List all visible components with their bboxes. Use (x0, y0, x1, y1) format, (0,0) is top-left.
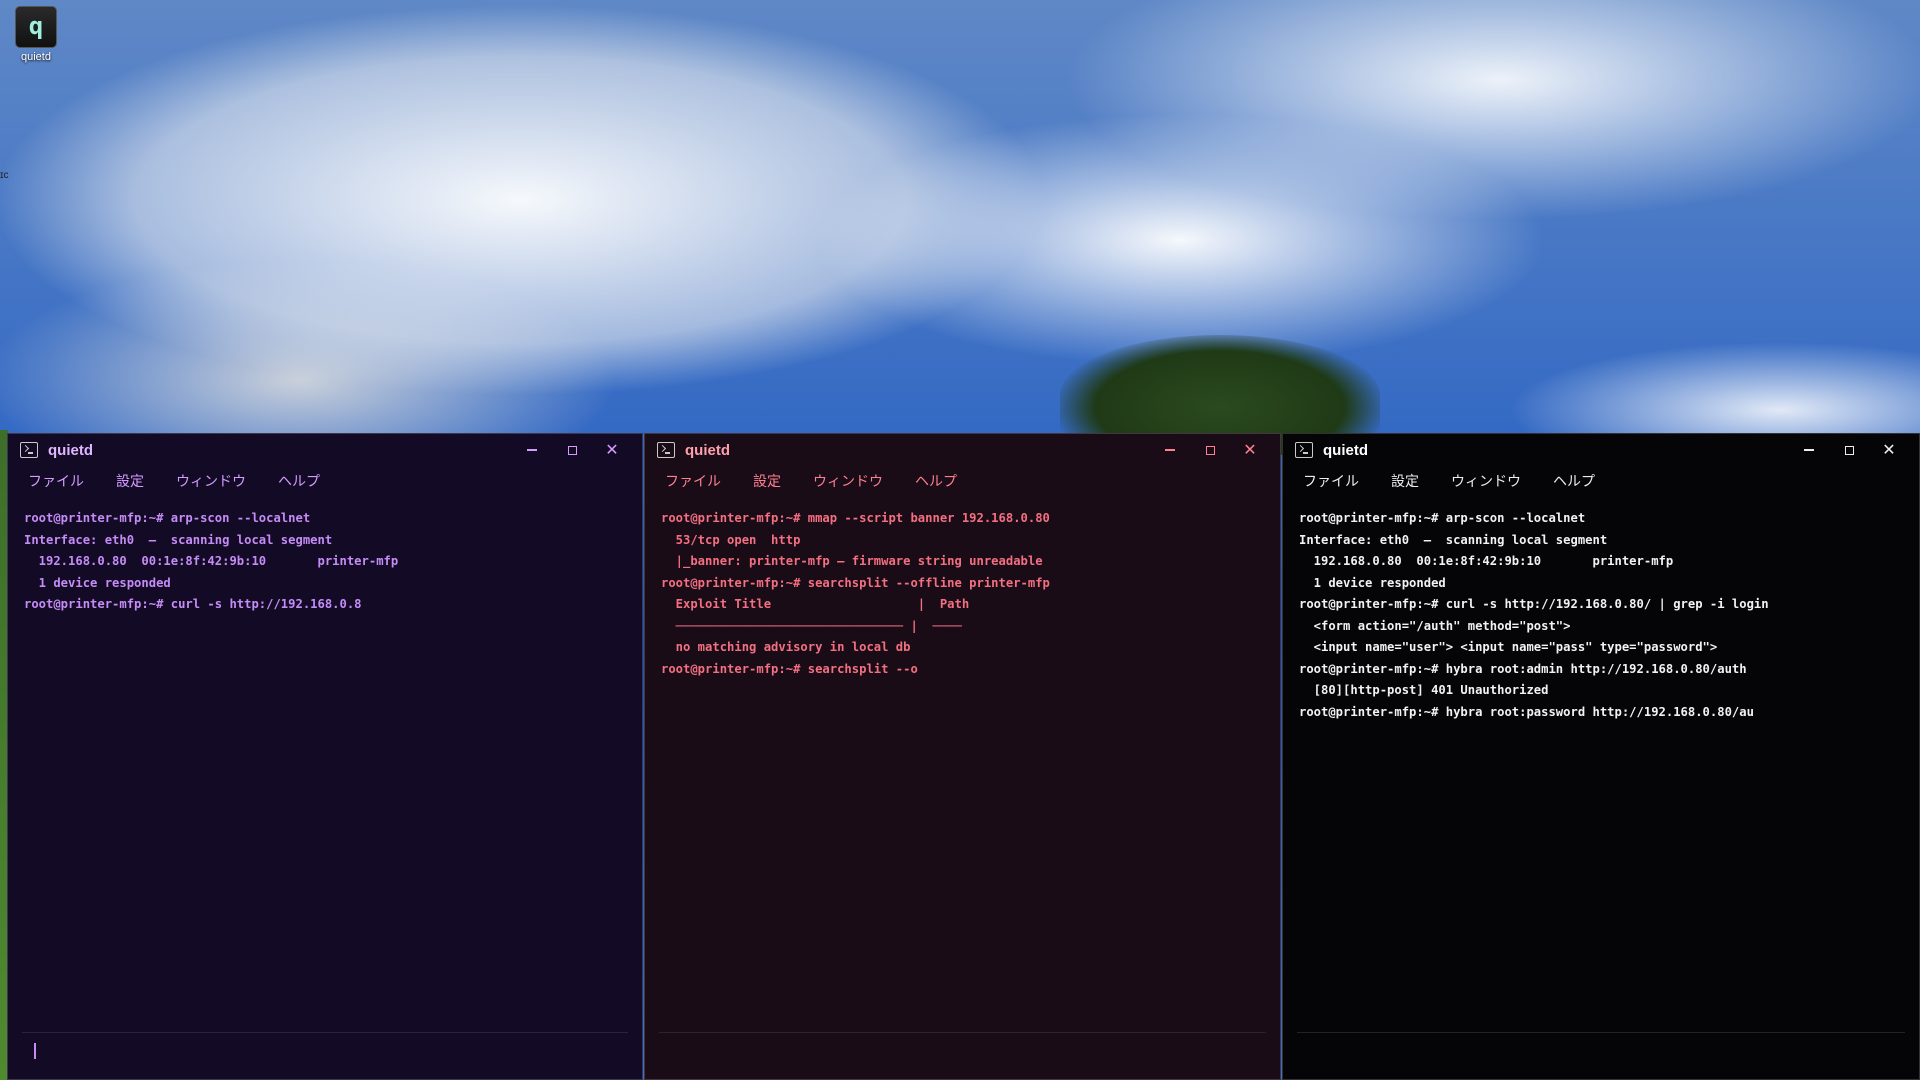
terminal-line: root@printer-mfp:~# arp-scon --localnet (24, 511, 311, 525)
quietd-app-icon: q (15, 6, 57, 48)
terminal-line: Exploit Title | Path (661, 597, 970, 611)
close-button[interactable]: ✕ (592, 436, 632, 464)
minimize-icon (527, 449, 537, 451)
terminal-line: |_banner: printer-mfp — firmware string … (661, 554, 1043, 568)
terminal-line: 1 device responded (1299, 575, 1446, 590)
window-title: quietd (48, 441, 93, 459)
close-button[interactable]: ✕ (1230, 436, 1270, 464)
terminal-line: root@printer-mfp:~# hybra root:admin htt… (1299, 661, 1747, 676)
close-icon: ✕ (605, 440, 619, 459)
minimize-button[interactable] (1150, 436, 1190, 464)
terminal-line: root@printer-mfp:~# hybra root:password … (1299, 704, 1754, 719)
maximize-button[interactable] (1190, 436, 1230, 464)
terminal-line: root@printer-mfp:~# searchsplit --offlin… (661, 575, 1050, 590)
minimize-button[interactable] (512, 436, 552, 464)
terminal-line: root@printer-mfp:~# mmap --script banner… (661, 511, 1050, 525)
terminal-line: <form action="/auth" method="post"> (1299, 618, 1571, 633)
offscreen-icon-label: ɪc (0, 170, 9, 181)
maximize-icon (1844, 445, 1854, 455)
window-titlebar[interactable]: quietd ✕ (8, 434, 642, 466)
input-divider (1297, 1032, 1905, 1033)
window-title: quietd (1323, 441, 1368, 459)
terminal-line: Interface: eth0 — scanning local segment (1299, 532, 1608, 547)
terminal-line: 192.168.0.80 00:1e:8f:42:9b:10 printer-m… (1299, 554, 1674, 568)
terminal-line: Interface: eth0 — scanning local segment (24, 532, 333, 547)
terminal-output[interactable]: root@printer-mfp:~# mmap --script banner… (645, 496, 1280, 680)
terminal-line: <input name="user"> <input name="pass" t… (1299, 640, 1718, 654)
desktop-icon-label: quietd (21, 51, 51, 63)
close-button[interactable]: ✕ (1869, 436, 1909, 464)
close-icon: ✕ (1882, 440, 1896, 459)
maximize-button[interactable] (552, 436, 592, 464)
text-cursor[interactable] (34, 1043, 36, 1059)
terminal-line: [80][http-post] 401 Unauthorized (1299, 683, 1549, 697)
menu-settings[interactable]: 設定 (753, 471, 781, 491)
menu-bar: ファイル 設定 ウィンドウ ヘルプ (8, 466, 642, 496)
menu-bar: ファイル 設定 ウィンドウ ヘルプ (645, 466, 1280, 496)
terminal-window-3[interactable]: quietd ✕ ファイル 設定 ウィンドウ ヘルプ root@printer-… (1282, 433, 1920, 1080)
terminal-output[interactable]: root@printer-mfp:~# arp-scon --localnet … (8, 496, 642, 616)
close-icon: ✕ (1243, 440, 1257, 459)
terminal-icon (657, 442, 675, 458)
minimize-icon (1165, 449, 1175, 451)
minimize-icon (1804, 449, 1814, 451)
window-title: quietd (685, 441, 730, 459)
window-titlebar[interactable]: quietd ✕ (1283, 434, 1919, 466)
terminal-line: 1 device responded (24, 575, 171, 590)
desktop-wallpaper: q quietd ɪc quietd ✕ ファイル 設定 ウィンドウ ヘルプ r… (0, 0, 1920, 1080)
maximize-icon (1205, 445, 1215, 455)
maximize-button[interactable] (1829, 436, 1869, 464)
menu-help[interactable]: ヘルプ (1553, 471, 1595, 491)
menu-bar: ファイル 設定 ウィンドウ ヘルプ (1283, 466, 1919, 496)
window-titlebar[interactable]: quietd ✕ (645, 434, 1280, 466)
terminal-line: 192.168.0.80 00:1e:8f:42:9b:10 printer-m… (24, 554, 399, 568)
terminal-line: 53/tcp open http (661, 532, 801, 547)
terminal-line: root@printer-mfp:~# arp-scon --localnet (1299, 511, 1586, 525)
menu-settings[interactable]: 設定 (116, 471, 144, 491)
terminal-line: no matching advisory in local db (661, 640, 911, 654)
menu-window[interactable]: ウィンドウ (176, 471, 246, 491)
terminal-icon (1295, 442, 1313, 458)
terminal-line: root@printer-mfp:~# curl -s http://192.1… (24, 597, 362, 611)
terminal-window-1[interactable]: quietd ✕ ファイル 設定 ウィンドウ ヘルプ root@printer-… (7, 433, 643, 1080)
menu-file[interactable]: ファイル (665, 471, 721, 491)
menu-window[interactable]: ウィンドウ (813, 471, 883, 491)
terminal-line: root@printer-mfp:~# searchsplit --o (661, 661, 918, 676)
menu-help[interactable]: ヘルプ (278, 471, 320, 491)
terminal-window-2[interactable]: quietd ✕ ファイル 設定 ウィンドウ ヘルプ root@printer-… (644, 433, 1281, 1080)
input-divider (659, 1032, 1266, 1033)
input-divider (22, 1032, 628, 1033)
menu-file[interactable]: ファイル (28, 471, 84, 491)
menu-file[interactable]: ファイル (1303, 471, 1359, 491)
terminal-output[interactable]: root@printer-mfp:~# arp-scon --localnet … (1283, 496, 1919, 723)
terminal-icon (20, 442, 38, 458)
menu-window[interactable]: ウィンドウ (1451, 471, 1521, 491)
maximize-icon (567, 445, 577, 455)
terminal-line: root@printer-mfp:~# curl -s http://192.1… (1299, 597, 1769, 611)
menu-settings[interactable]: 設定 (1391, 471, 1419, 491)
minimize-button[interactable] (1789, 436, 1829, 464)
menu-help[interactable]: ヘルプ (915, 471, 957, 491)
terminal-line: ─────────────────────────────── | ──── (661, 618, 962, 633)
desktop-icon-quietd[interactable]: q quietd (14, 6, 58, 63)
